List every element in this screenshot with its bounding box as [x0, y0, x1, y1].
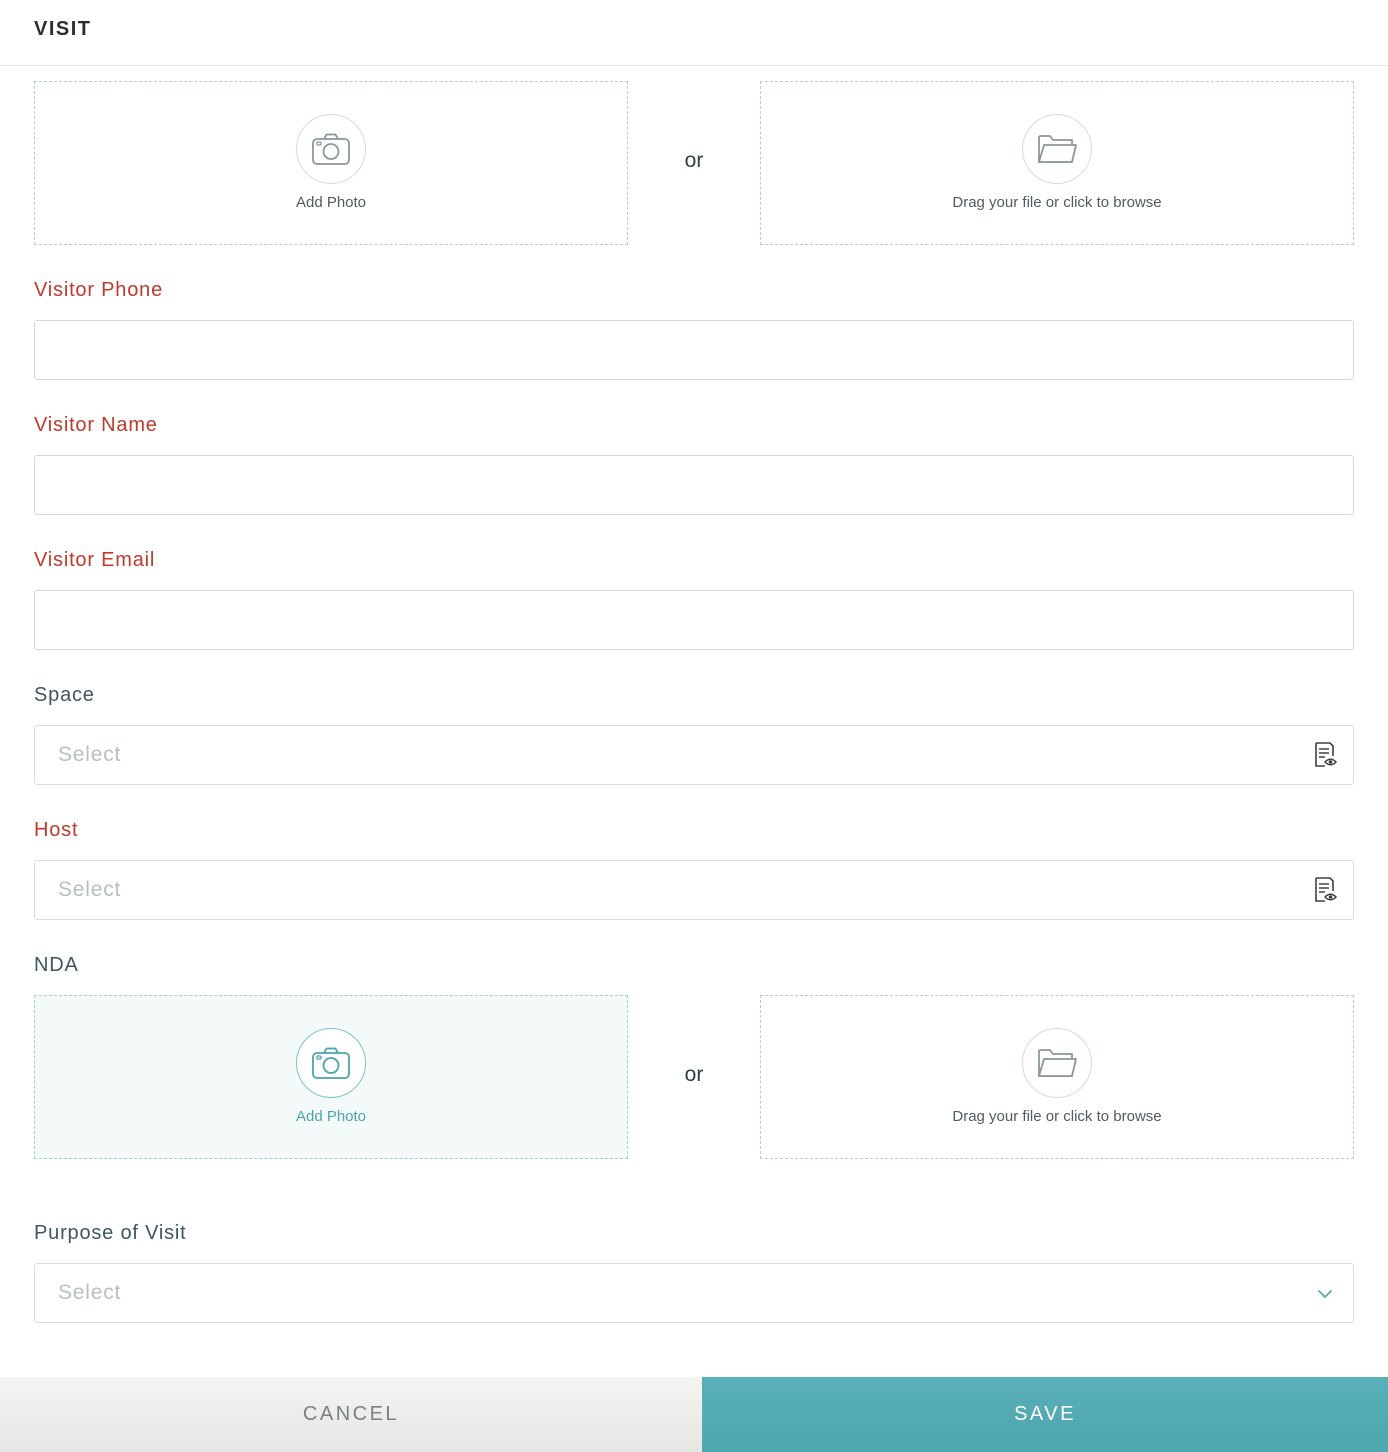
- host-label: Host: [34, 819, 79, 841]
- purpose-of-visit-placeholder: Select: [58, 1281, 122, 1304]
- visitor-phone-label: Visitor Phone: [34, 279, 163, 301]
- page-title: VISIT: [34, 18, 92, 40]
- nda-add-photo-dropzone[interactable]: Add Photo: [34, 995, 628, 1159]
- folder-icon-circle: [1022, 114, 1092, 184]
- visitor-email-input[interactable]: [34, 590, 1354, 650]
- add-photo-label: Add Photo: [295, 194, 367, 211]
- purpose-of-visit-label: Purpose of Visit: [34, 1222, 187, 1244]
- list-view-icon[interactable]: [1311, 741, 1339, 769]
- visit-form-page: VISIT Add Photo or Drag your file or cli…: [0, 0, 1388, 1452]
- purpose-of-visit-select[interactable]: Select: [34, 1263, 1354, 1323]
- visitor-name-input[interactable]: [34, 455, 1354, 515]
- save-button-label: SAVE: [1014, 1403, 1076, 1425]
- nda-file-browse-dropzone[interactable]: Drag your file or click to browse: [760, 995, 1354, 1159]
- host-placeholder: Select: [58, 878, 122, 901]
- file-browse-dropzone[interactable]: Drag your file or click to browse: [760, 81, 1354, 245]
- list-view-icon[interactable]: [1311, 876, 1339, 904]
- browse-label: Drag your file or click to browse: [952, 194, 1162, 211]
- space-placeholder: Select: [58, 743, 122, 766]
- camera-icon-circle: [296, 114, 366, 184]
- nda-browse-label: Drag your file or click to browse: [952, 1108, 1162, 1125]
- visitor-name-label: Visitor Name: [34, 414, 158, 436]
- host-select[interactable]: Select: [34, 860, 1354, 920]
- nda-add-photo-label: Add Photo: [295, 1108, 367, 1125]
- folder-icon: [1038, 135, 1077, 163]
- space-select[interactable]: Select: [34, 725, 1354, 785]
- cancel-button[interactable]: CANCEL: [0, 1377, 702, 1452]
- cancel-button-label: CANCEL: [302, 1403, 400, 1425]
- nda-label: NDA: [34, 954, 79, 976]
- visitor-phone-input[interactable]: [34, 320, 1354, 380]
- save-button[interactable]: SAVE: [702, 1377, 1388, 1452]
- chevron-down-icon: [1318, 1290, 1332, 1298]
- camera-icon: [312, 1047, 350, 1079]
- nda-or-separator: or: [684, 1063, 704, 1086]
- folder-icon-circle: [1022, 1028, 1092, 1098]
- folder-icon: [1038, 1049, 1077, 1077]
- camera-icon-circle: [296, 1028, 366, 1098]
- camera-icon: [312, 133, 350, 165]
- visitor-email-label: Visitor Email: [34, 549, 156, 571]
- space-label: Space: [34, 684, 95, 706]
- header: VISIT: [0, 0, 1388, 66]
- add-photo-dropzone[interactable]: Add Photo: [34, 81, 628, 245]
- or-separator: or: [684, 149, 704, 172]
